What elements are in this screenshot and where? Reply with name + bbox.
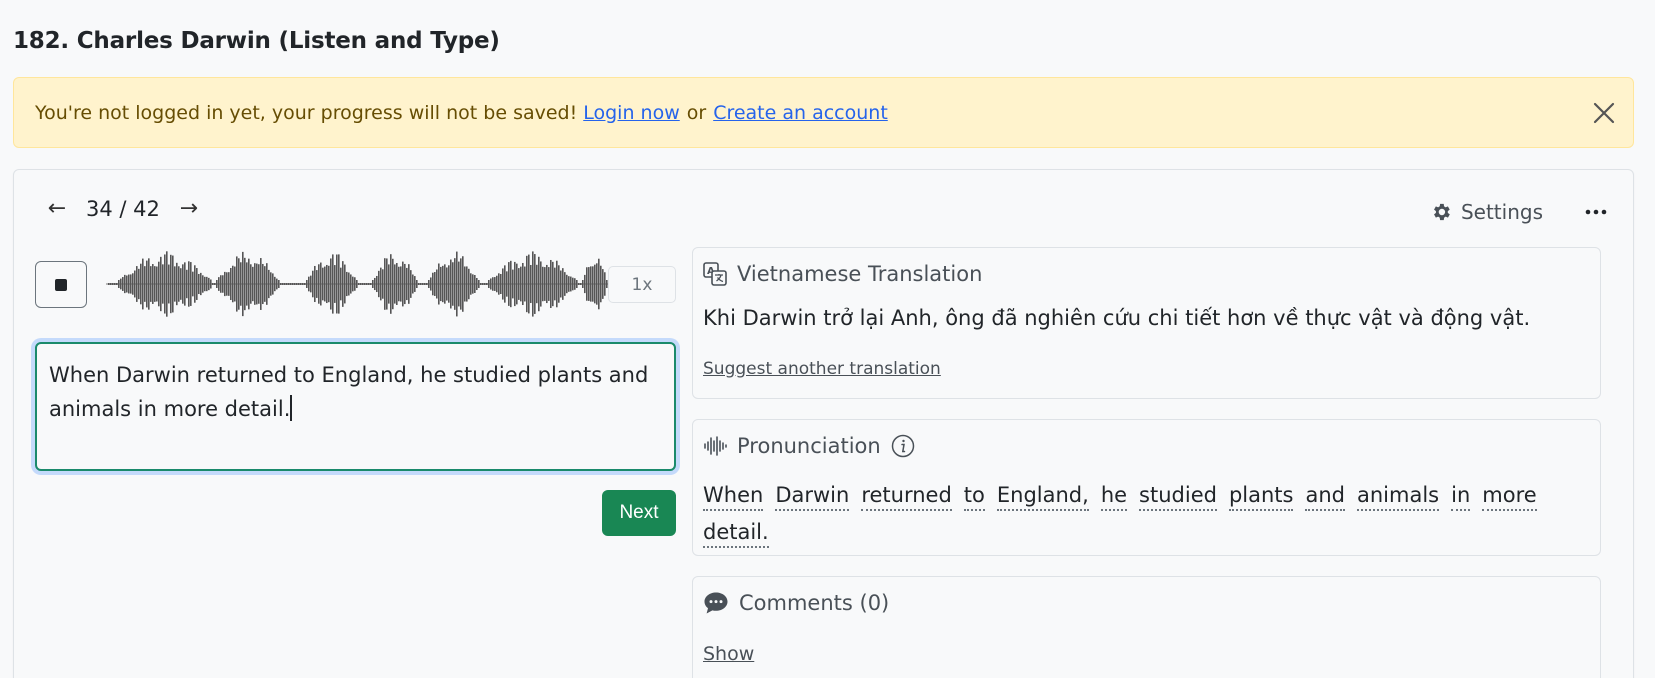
- pronunciation-word[interactable]: plants: [1228, 481, 1294, 511]
- pronunciation-word[interactable]: and: [1305, 481, 1345, 511]
- pronunciation-word[interactable]: England,: [996, 481, 1089, 511]
- alert-message: You're not logged in yet, your progress …: [35, 101, 578, 124]
- sentence-nav: ← 34 / 42 →: [42, 196, 204, 221]
- pronunciation-word[interactable]: detail.: [703, 518, 769, 548]
- pronunciation-word[interactable]: in: [1451, 481, 1471, 511]
- next-button[interactable]: Next: [602, 490, 676, 536]
- close-icon[interactable]: [1591, 100, 1617, 126]
- playback-speed-button[interactable]: 1x: [608, 266, 676, 303]
- sound-wave-icon: [704, 436, 727, 456]
- login-alert: You're not logged in yet, your progress …: [13, 77, 1634, 148]
- translation-text: Khi Darwin trở lại Anh, ông đã nghiên cứ…: [703, 306, 1531, 330]
- prev-arrow-icon[interactable]: ←: [42, 196, 72, 221]
- comments-heading: Comments (0): [739, 591, 890, 615]
- audio-waveform[interactable]: [106, 246, 616, 322]
- page-title: 182. Charles Darwin (Listen and Type): [13, 28, 500, 54]
- alert-separator: or: [686, 101, 707, 124]
- translation-heading: Vietnamese Translation: [737, 262, 983, 286]
- pronunciation-word[interactable]: animals: [1357, 481, 1440, 511]
- translation-panel: A Vietnamese Translation Khi Darwin trở …: [692, 247, 1601, 399]
- create-account-link[interactable]: Create an account: [713, 102, 888, 124]
- pronunciation-word[interactable]: returned: [861, 481, 952, 511]
- answer-input[interactable]: When Darwin returned to England, he stud…: [35, 342, 676, 471]
- gear-icon: [1434, 203, 1450, 221]
- settings-label: Settings: [1460, 200, 1543, 224]
- pronunciation-word[interactable]: Darwin: [775, 481, 850, 511]
- sentence-counter: 34 / 42: [86, 196, 160, 221]
- settings-button[interactable]: Settings: [1430, 200, 1543, 224]
- pronunciation-word[interactable]: studied: [1139, 481, 1217, 511]
- comments-panel: Comments (0) Show: [692, 576, 1601, 678]
- show-comments-link[interactable]: Show: [703, 643, 754, 665]
- stop-icon: [55, 278, 67, 291]
- pronunciation-word[interactable]: to: [963, 481, 985, 511]
- pronunciation-heading: Pronunciation: [737, 434, 881, 458]
- more-options-icon[interactable]: [1585, 200, 1607, 224]
- stop-button[interactable]: [35, 261, 87, 308]
- login-link[interactable]: Login now: [583, 102, 680, 124]
- text-caret: [290, 395, 293, 421]
- pronunciation-words: When Darwin returned to England, he studied pla…: [703, 478, 1583, 552]
- comment-icon: [704, 592, 728, 614]
- pronunciation-word[interactable]: he: [1100, 481, 1128, 511]
- answer-text: When Darwin returned to England, he stud…: [49, 363, 649, 421]
- pronunciation-word[interactable]: more: [1482, 481, 1537, 511]
- translate-icon: A: [703, 262, 727, 286]
- pronunciation-word[interactable]: When: [703, 481, 764, 511]
- info-icon[interactable]: [891, 434, 915, 458]
- suggest-translation-link[interactable]: Suggest another translation: [703, 359, 941, 379]
- pronunciation-panel: Pronunciation When Darwin returned to Englan…: [692, 419, 1601, 556]
- next-arrow-icon[interactable]: →: [174, 196, 204, 221]
